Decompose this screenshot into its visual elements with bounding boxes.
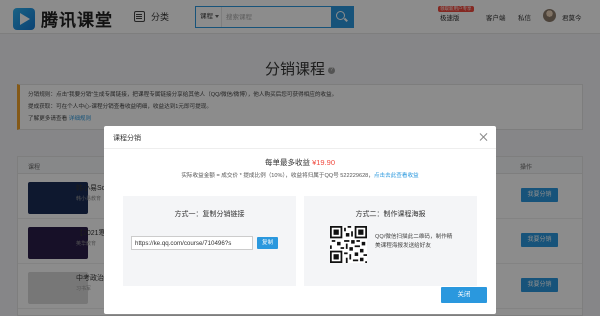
- earn-price: ¥19.90: [312, 158, 336, 167]
- share-link-field[interactable]: [131, 236, 253, 250]
- earnings-note: 实际收益金额 = 成交价 * 提成比例（10%），收益将归属于QQ号 52222…: [104, 171, 496, 179]
- view-earnings-link[interactable]: 点击去此查看收益: [374, 173, 419, 179]
- share-modal: 课程分销 每单最多收益 ¥19.90 实际收益金额 = 成交价 * 提成比例（1…: [104, 126, 496, 314]
- method-poster: 方式二：制作课程海报 QQ/微信扫描此二维码，制作精美课程海报发送给好友: [304, 196, 477, 286]
- method-copy-link: 方式一：复制分销链接 复制: [123, 196, 296, 286]
- earnings-note-text: 实际收益金额 = 成交价 * 提成比例（10%），收益将归属于QQ号 52222…: [181, 173, 374, 179]
- close-icon[interactable]: [480, 133, 488, 141]
- earn-prefix: 每单最多收益: [264, 158, 310, 167]
- close-button[interactable]: 关闭: [441, 287, 487, 303]
- modal-header: 课程分销: [104, 126, 496, 149]
- qr-code: [330, 226, 367, 263]
- method2-label: 方式二：制作课程海报: [355, 211, 426, 218]
- max-earnings: 每单最多收益 ¥19.90: [104, 157, 496, 168]
- copy-button[interactable]: 复制: [257, 237, 278, 249]
- modal-title: 课程分销: [113, 135, 141, 142]
- qr-description: QQ/微信扫描此二维码，制作精美课程海报发送给好友: [375, 234, 453, 249]
- method1-label: 方式一：复制分销链接: [174, 211, 245, 218]
